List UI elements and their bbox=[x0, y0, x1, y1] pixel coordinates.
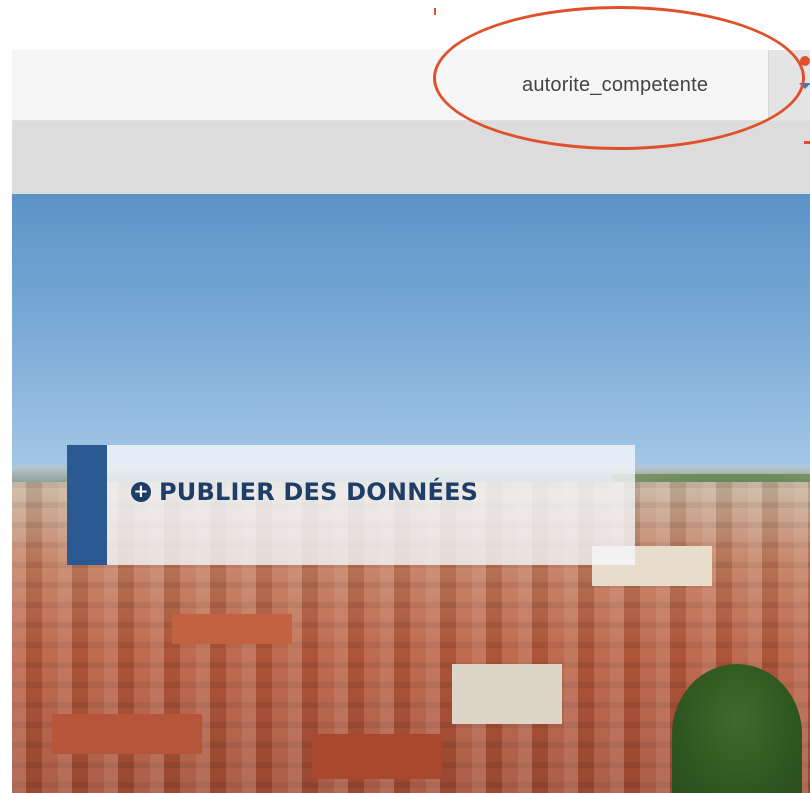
rooftop bbox=[172, 614, 292, 644]
card-accent-bar bbox=[67, 445, 107, 565]
building bbox=[452, 664, 562, 724]
sub-navigation-bar bbox=[12, 121, 810, 194]
hero-banner: + PUBLIER DES DONNÉES bbox=[12, 194, 810, 793]
username-label[interactable]: autorite_competente bbox=[522, 74, 708, 97]
annotation-mark bbox=[804, 141, 810, 144]
annotation-dot bbox=[800, 56, 810, 66]
rooftop bbox=[312, 734, 442, 779]
tree bbox=[672, 664, 802, 793]
header-bar: autorite_competente bbox=[12, 50, 810, 121]
caret-down-icon bbox=[799, 83, 810, 89]
publish-label: PUBLIER DES DONNÉES bbox=[159, 478, 479, 506]
publish-data-link[interactable]: + PUBLIER DES DONNÉES bbox=[131, 478, 478, 506]
user-menu[interactable]: autorite_competente bbox=[506, 50, 810, 120]
annotation-tick bbox=[434, 8, 436, 15]
publish-card: + PUBLIER DES DONNÉES bbox=[67, 445, 635, 565]
rooftop bbox=[52, 714, 202, 754]
top-strip bbox=[0, 0, 810, 50]
plus-circle-icon: + bbox=[131, 482, 151, 502]
